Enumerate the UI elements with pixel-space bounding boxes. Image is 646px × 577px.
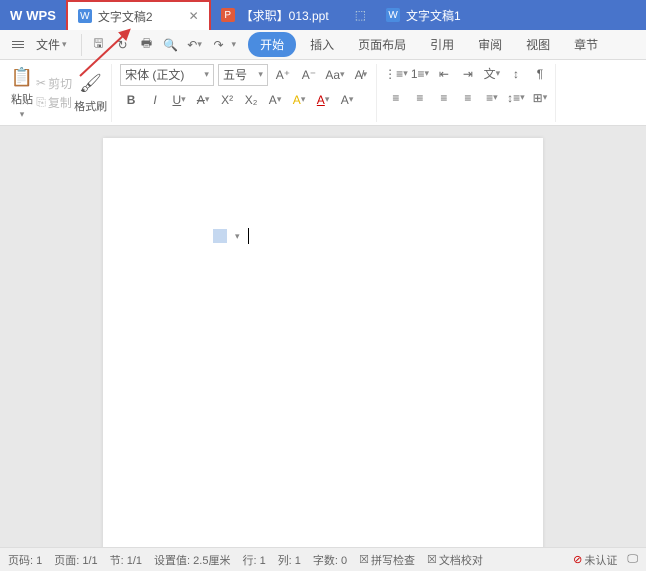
status-spellcheck[interactable]: ☒拼写检查: [359, 552, 415, 568]
format-painter-button[interactable]: 🖌 格式刷: [74, 72, 107, 114]
tab-extra-icon[interactable]: ⬚: [355, 8, 366, 22]
word-doc-icon: W: [78, 9, 92, 23]
status-section[interactable]: 节: 1/1: [110, 552, 142, 568]
document-page[interactable]: ▾: [103, 138, 543, 547]
ribbon: 📋 粘贴▾ ✂剪切 ⎘复制 🖌 格式刷 宋体 (正文)▾ 五号▾ A⁺ A⁻ A…: [0, 60, 646, 126]
status-col[interactable]: 列: 1: [278, 552, 301, 568]
file-label: 文件: [36, 36, 60, 53]
paste-button[interactable]: 📋 粘贴▾: [10, 65, 34, 120]
dropdown-icon: ▾: [204, 69, 209, 80]
copy-icon: ⎘: [36, 95, 46, 110]
format-painter-label: 格式刷: [74, 98, 107, 114]
file-menu[interactable]: 文件 ▾: [30, 32, 73, 57]
redo-icon[interactable]: ↷: [208, 34, 230, 56]
number-list-icon[interactable]: 1≡▾: [409, 64, 431, 84]
status-bar: 页码: 1 页面: 1/1 节: 1/1 设置值: 2.5厘米 行: 1 列: …: [0, 547, 646, 571]
spellcheck-icon: ☒: [359, 553, 369, 566]
tab-insert[interactable]: 插入: [300, 30, 344, 59]
document-area: ▾: [0, 126, 646, 547]
wps-icon: W: [10, 8, 22, 23]
show-marks-icon[interactable]: ¶: [529, 64, 551, 84]
distribute-icon[interactable]: ≡▾: [481, 88, 503, 108]
strikethrough-icon[interactable]: A▾: [192, 90, 214, 110]
verify-icon: ⊘: [573, 553, 582, 566]
justify-icon[interactable]: ≡: [457, 88, 479, 108]
undo-icon[interactable]: ↶▾: [184, 34, 206, 56]
clear-format-icon[interactable]: A̸▾: [350, 65, 372, 85]
sort-icon[interactable]: ↕: [505, 64, 527, 84]
ppt-doc-icon: P: [221, 8, 235, 22]
brush-icon: 🖌: [79, 72, 103, 96]
title-bar: W WPS W 文字文稿2 ✕ P 【求职】013.ppt ⬚ W 文字文稿1: [0, 0, 646, 30]
increase-indent-icon[interactable]: ⇥: [457, 64, 479, 84]
page-break-icon: [213, 229, 227, 243]
tab-label: 【求职】013.ppt: [241, 7, 329, 24]
tab-layout[interactable]: 页面布局: [348, 30, 416, 59]
align-right-icon[interactable]: ≡: [433, 88, 455, 108]
status-page-num[interactable]: 页码: 1: [8, 552, 42, 568]
shading-icon[interactable]: A▾: [336, 90, 358, 110]
app-name: WPS: [26, 8, 56, 23]
tab-review[interactable]: 审阅: [468, 30, 512, 59]
superscript-icon[interactable]: X²: [216, 90, 238, 110]
bullet-list-icon[interactable]: ⋮≡▾: [385, 64, 407, 84]
status-setting[interactable]: 设置值: 2.5厘米: [154, 552, 230, 568]
document-tab[interactable]: W 文字文稿1: [376, 0, 471, 30]
decrease-font-icon[interactable]: A⁻: [298, 65, 320, 85]
print-icon[interactable]: 🖶: [136, 34, 158, 56]
quick-access-toolbar: 🖫 ↻ 🖶 🔍 ↶▾ ↷ ▾: [81, 34, 243, 56]
close-tab-icon[interactable]: ✕: [189, 9, 199, 23]
cut-button[interactable]: ✂剪切: [36, 75, 72, 92]
tab-label: 文字文稿2: [98, 8, 153, 25]
subscript-icon[interactable]: X₂: [240, 90, 262, 110]
align-left-icon[interactable]: ≡: [385, 88, 407, 108]
text-effect-icon[interactable]: A▾: [264, 90, 286, 110]
status-view-icon[interactable]: 🖵: [627, 552, 638, 568]
status-chars[interactable]: 字数: 0: [313, 552, 347, 568]
dropdown-icon: ▾: [235, 231, 240, 242]
tab-references[interactable]: 引用: [420, 30, 464, 59]
proofread-icon: ☒: [427, 553, 437, 566]
document-tab-active[interactable]: W 文字文稿2 ✕: [66, 0, 211, 30]
font-name-select[interactable]: 宋体 (正文)▾: [120, 64, 214, 86]
qat-dropdown-icon[interactable]: ▾: [232, 39, 237, 50]
status-proofread[interactable]: ☒文档校对: [427, 552, 483, 568]
save-icon[interactable]: 🖫: [88, 34, 110, 56]
italic-icon[interactable]: I: [144, 90, 166, 110]
hamburger-icon[interactable]: [8, 37, 28, 52]
word-doc-icon: W: [386, 8, 400, 22]
text-cursor: [248, 228, 249, 244]
dropdown-icon: ▾: [62, 39, 67, 50]
tab-section[interactable]: 章节: [564, 30, 608, 59]
paste-label: 粘贴: [11, 91, 33, 107]
scissors-icon: ✂: [36, 76, 46, 90]
status-page[interactable]: 页面: 1/1: [54, 552, 97, 568]
align-center-icon[interactable]: ≡: [409, 88, 431, 108]
print-preview-icon[interactable]: 🔍: [160, 34, 182, 56]
status-row[interactable]: 行: 1: [242, 552, 265, 568]
line-spacing-icon[interactable]: ↕≡▾: [505, 88, 527, 108]
app-logo: W WPS: [0, 8, 66, 23]
change-case-icon[interactable]: Aa▾: [324, 65, 346, 85]
tab-home[interactable]: 开始: [248, 32, 296, 57]
status-verify[interactable]: ⊘未认证: [573, 552, 617, 568]
document-tab[interactable]: P 【求职】013.ppt ⬚: [211, 0, 376, 30]
decrease-indent-icon[interactable]: ⇤: [433, 64, 455, 84]
phonetic-guide-icon[interactable]: 文▾: [481, 64, 503, 84]
tab-label: 文字文稿1: [406, 7, 461, 24]
copy-button[interactable]: ⎘复制: [36, 94, 72, 111]
font-size-select[interactable]: 五号▾: [218, 64, 268, 86]
sync-icon[interactable]: ↻: [112, 34, 134, 56]
border-icon[interactable]: ⊞▾: [529, 88, 551, 108]
dropdown-icon: ▾: [258, 69, 263, 80]
menu-bar: 文件 ▾ 🖫 ↻ 🖶 🔍 ↶▾ ↷ ▾ 开始 插入 页面布局 引用 审阅 视图 …: [0, 30, 646, 60]
increase-font-icon[interactable]: A⁺: [272, 65, 294, 85]
font-color-icon[interactable]: A▾: [312, 90, 334, 110]
highlight-icon[interactable]: A▾: [288, 90, 310, 110]
clipboard-icon: 📋: [10, 65, 34, 89]
underline-icon[interactable]: U▾: [168, 90, 190, 110]
bold-icon[interactable]: B: [120, 90, 142, 110]
tab-view[interactable]: 视图: [516, 30, 560, 59]
